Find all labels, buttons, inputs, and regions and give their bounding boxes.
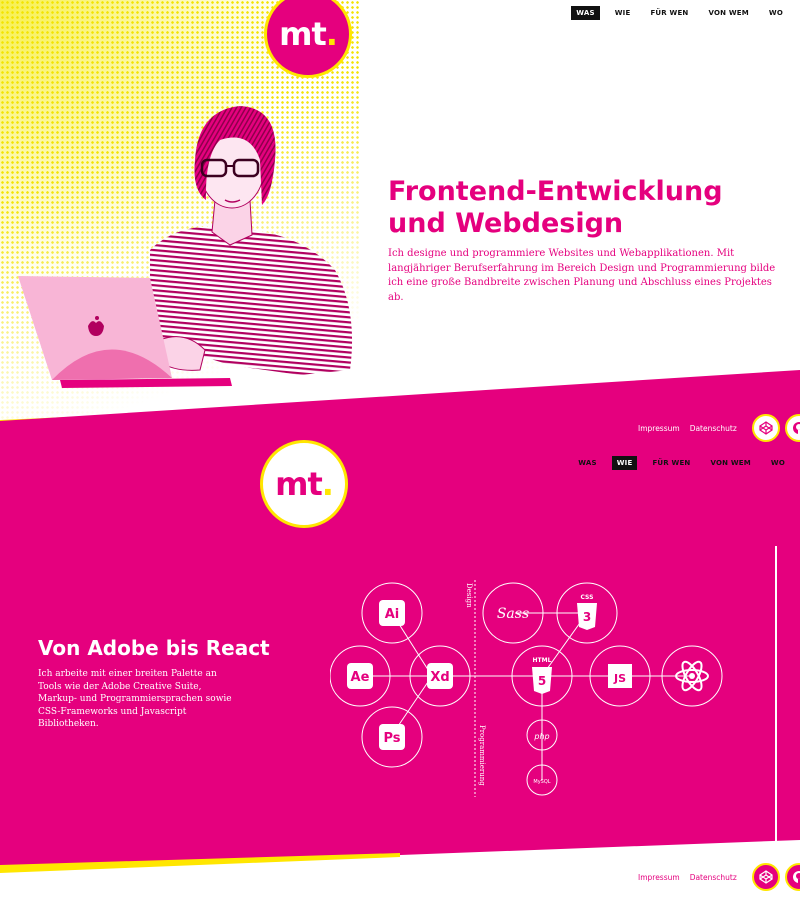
ae-icon: Ae: [351, 670, 370, 685]
main-nav: WAS WIE FÜR WEN VON WEM WO: [561, 6, 788, 20]
footer-links-1: Impressum Datenschutz: [638, 414, 800, 442]
design-label: Design: [465, 583, 473, 608]
css-label: CSS: [581, 594, 594, 601]
hero-title-line1: Frontend-Entwicklung: [388, 176, 723, 207]
logo-2[interactable]: mt.: [260, 440, 348, 528]
nav2-item-wo[interactable]: WO: [766, 456, 790, 470]
portrait-illustration: [18, 106, 353, 388]
nav-item-wo[interactable]: WO: [764, 6, 788, 20]
nav-item-was[interactable]: WAS: [571, 6, 600, 20]
hero-title: Frontend-Entwicklung und Webdesign: [388, 176, 728, 240]
programming-label: Programmierung: [478, 725, 486, 786]
tools-text: Ich arbeite mit einer breiten Palette an…: [38, 669, 232, 729]
ps-icon: Ps: [383, 731, 400, 746]
impressum-link[interactable]: Impressum: [638, 424, 680, 433]
footer-links-2: Impressum Datenschutz: [638, 863, 800, 891]
impressum-link-2[interactable]: Impressum: [638, 873, 680, 882]
nav-item-von-wem[interactable]: VON WEM: [704, 6, 754, 20]
js-icon: JS: [613, 672, 626, 685]
mysql-icon: MySQL: [533, 779, 550, 785]
html-label: HTML: [533, 657, 552, 664]
github-icon-2[interactable]: [784, 863, 800, 891]
codepen-icon-2[interactable]: [751, 863, 780, 891]
github-icon[interactable]: [784, 414, 800, 442]
nav-item-fuer-wen[interactable]: FÜR WEN: [645, 6, 693, 20]
nav2-item-von-wem[interactable]: VON WEM: [706, 456, 756, 470]
logo-dot-2: .: [321, 465, 334, 503]
nav2-item-was[interactable]: WAS: [573, 456, 601, 470]
logo-text-2: mt: [275, 465, 323, 503]
ai-icon: Ai: [385, 607, 400, 622]
svg-text:5: 5: [538, 674, 546, 688]
hero-title-line2: und Webdesign: [388, 208, 624, 239]
nav2-item-wie[interactable]: WIE: [611, 456, 638, 470]
main-nav-2: WAS WIE FÜR WEN VON WEM WO: [563, 456, 790, 470]
svg-text:3: 3: [583, 610, 591, 624]
tools-title: Von Adobe bis React: [38, 636, 270, 660]
nav2-item-fuer-wen[interactable]: FÜR WEN: [647, 456, 695, 470]
scroll-line: [775, 546, 777, 844]
codepen-icon[interactable]: [751, 414, 780, 442]
hero-text: Ich designe und programmiere Websites un…: [388, 248, 776, 303]
sass-icon: Sass: [497, 606, 529, 622]
nav-item-wie[interactable]: WIE: [610, 6, 636, 20]
php-icon: php: [533, 732, 549, 741]
logo-dot: .: [325, 15, 338, 53]
datenschutz-link-2[interactable]: Datenschutz: [690, 873, 737, 882]
xd-icon: Xd: [430, 670, 449, 685]
logo-text: mt: [279, 15, 327, 53]
tools-diagram: Ai Ae Xd Ps Sass CSS 3 HTML 5 JS php MyS…: [330, 580, 723, 797]
hero-section: mt. WAS WIE FÜR WEN VON WEM WO Frontend-…: [0, 0, 800, 440]
datenschutz-link[interactable]: Datenschutz: [690, 424, 737, 433]
